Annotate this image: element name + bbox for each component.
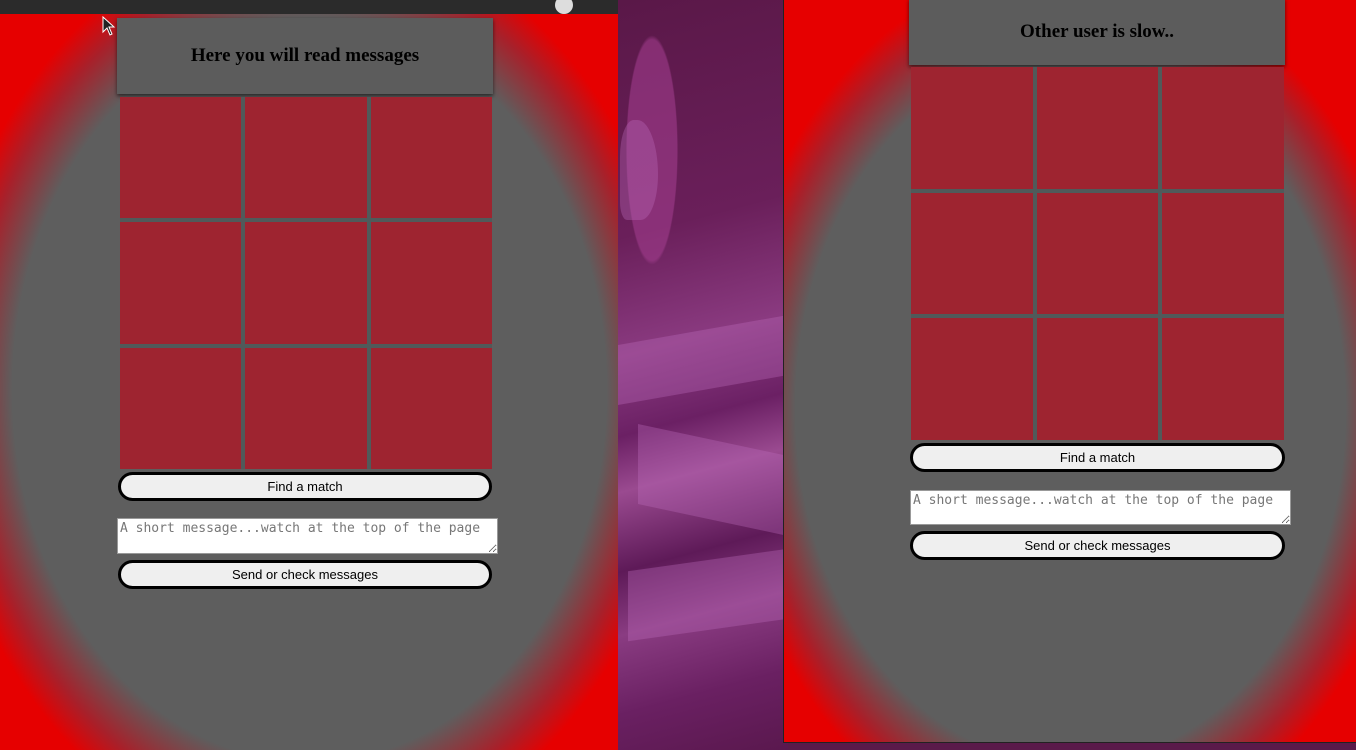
message-header: Here you will read messages: [117, 18, 493, 94]
game-board: [911, 67, 1284, 440]
board-cell[interactable]: [1036, 192, 1159, 315]
right-browser-window: Other user is slow.. Find a match Send o…: [783, 0, 1356, 743]
message-input[interactable]: [117, 518, 498, 554]
profile-icon[interactable]: [555, 0, 573, 14]
send-messages-button[interactable]: Send or check messages: [118, 560, 492, 589]
message-header: Other user is slow..: [909, 0, 1285, 65]
board-cell[interactable]: [1036, 318, 1159, 440]
send-messages-button[interactable]: Send or check messages: [910, 531, 1285, 560]
wallpaper-shard: [638, 424, 788, 536]
board-cell[interactable]: [911, 318, 1033, 440]
desktop-wallpaper: [618, 0, 788, 750]
wallpaper-shard: [628, 548, 788, 642]
board-cell[interactable]: [245, 97, 367, 219]
board-cell[interactable]: [1162, 318, 1284, 440]
board-cell[interactable]: [911, 192, 1033, 315]
browser-toolbar: [0, 0, 619, 14]
wallpaper-shard: [618, 315, 788, 405]
board-cell[interactable]: [120, 97, 242, 219]
board-cell[interactable]: [1036, 67, 1159, 189]
board-cell[interactable]: [370, 97, 492, 219]
board-cell[interactable]: [120, 222, 242, 344]
game-board: [120, 97, 492, 469]
board-cell[interactable]: [245, 222, 367, 344]
board-cell[interactable]: [1162, 67, 1284, 189]
find-match-button[interactable]: Find a match: [910, 443, 1285, 472]
message-input[interactable]: [910, 490, 1291, 525]
left-browser-window: Here you will read messages Find a match…: [0, 0, 619, 750]
find-match-button[interactable]: Find a match: [118, 472, 492, 501]
board-cell[interactable]: [120, 347, 242, 469]
board-cell[interactable]: [911, 67, 1033, 189]
board-cell[interactable]: [1162, 192, 1284, 315]
board-cell[interactable]: [370, 222, 492, 344]
board-cell[interactable]: [245, 347, 367, 469]
wallpaper-shard: [620, 120, 658, 220]
board-cell[interactable]: [370, 347, 492, 469]
mouse-cursor-icon: [102, 16, 116, 36]
